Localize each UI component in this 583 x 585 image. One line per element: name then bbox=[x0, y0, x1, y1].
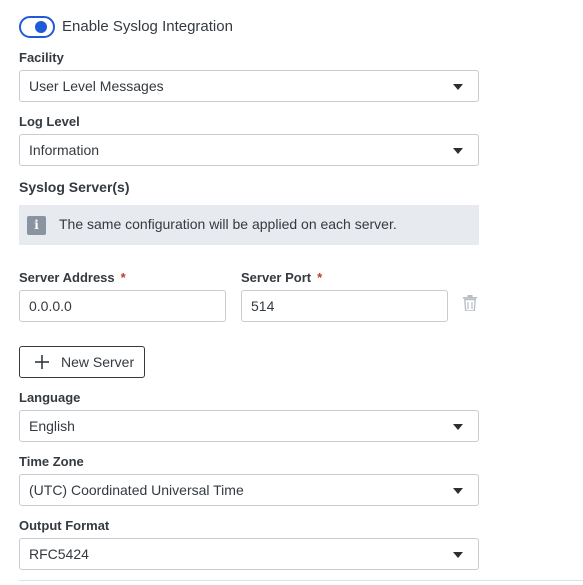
log-level-select[interactable]: Information bbox=[19, 134, 479, 166]
plus-icon bbox=[35, 355, 49, 369]
server-address-input[interactable] bbox=[19, 290, 226, 322]
output-format-select[interactable]: RFC5424 bbox=[19, 538, 479, 570]
server-port-label-text: Server Port bbox=[241, 270, 312, 285]
info-banner: i The same configuration will be applied… bbox=[19, 205, 479, 245]
language-label: Language bbox=[19, 390, 81, 405]
syslog-servers-title: Syslog Server(s) bbox=[19, 179, 130, 195]
facility-label: Facility bbox=[19, 50, 64, 65]
toggle-label: Enable Syslog Integration bbox=[62, 18, 233, 35]
info-text: The same configuration will be applied o… bbox=[59, 216, 397, 232]
info-icon: i bbox=[27, 216, 46, 235]
chevron-down-icon bbox=[453, 84, 463, 90]
time-zone-select[interactable]: (UTC) Coordinated Universal Time bbox=[19, 474, 479, 506]
chevron-down-icon bbox=[453, 488, 463, 494]
server-address-label-text: Server Address bbox=[19, 270, 115, 285]
output-format-value: RFC5424 bbox=[29, 546, 89, 562]
language-select[interactable]: English bbox=[19, 410, 479, 442]
output-format-label: Output Format bbox=[19, 518, 110, 533]
server-port-input[interactable] bbox=[241, 290, 448, 322]
required-mark: * bbox=[317, 270, 323, 285]
syslog-integration-toggle[interactable] bbox=[19, 16, 55, 38]
trash-icon[interactable] bbox=[463, 295, 477, 311]
required-mark: * bbox=[120, 270, 126, 285]
new-server-label: New Server bbox=[61, 354, 135, 370]
log-level-value: Information bbox=[29, 142, 100, 158]
time-zone-label: Time Zone bbox=[19, 454, 84, 469]
chevron-down-icon bbox=[453, 148, 463, 154]
log-level-label: Log Level bbox=[19, 114, 80, 129]
new-server-button[interactable]: New Server bbox=[19, 346, 145, 378]
server-address-label: Server Address * bbox=[19, 270, 126, 285]
divider bbox=[19, 580, 583, 581]
time-zone-value: (UTC) Coordinated Universal Time bbox=[29, 482, 244, 498]
facility-value: User Level Messages bbox=[29, 78, 164, 94]
toggle-knob bbox=[35, 21, 47, 33]
language-value: English bbox=[29, 418, 75, 434]
chevron-down-icon bbox=[453, 424, 463, 430]
server-port-label: Server Port * bbox=[241, 270, 322, 285]
facility-select[interactable]: User Level Messages bbox=[19, 70, 479, 102]
chevron-down-icon bbox=[453, 552, 463, 558]
